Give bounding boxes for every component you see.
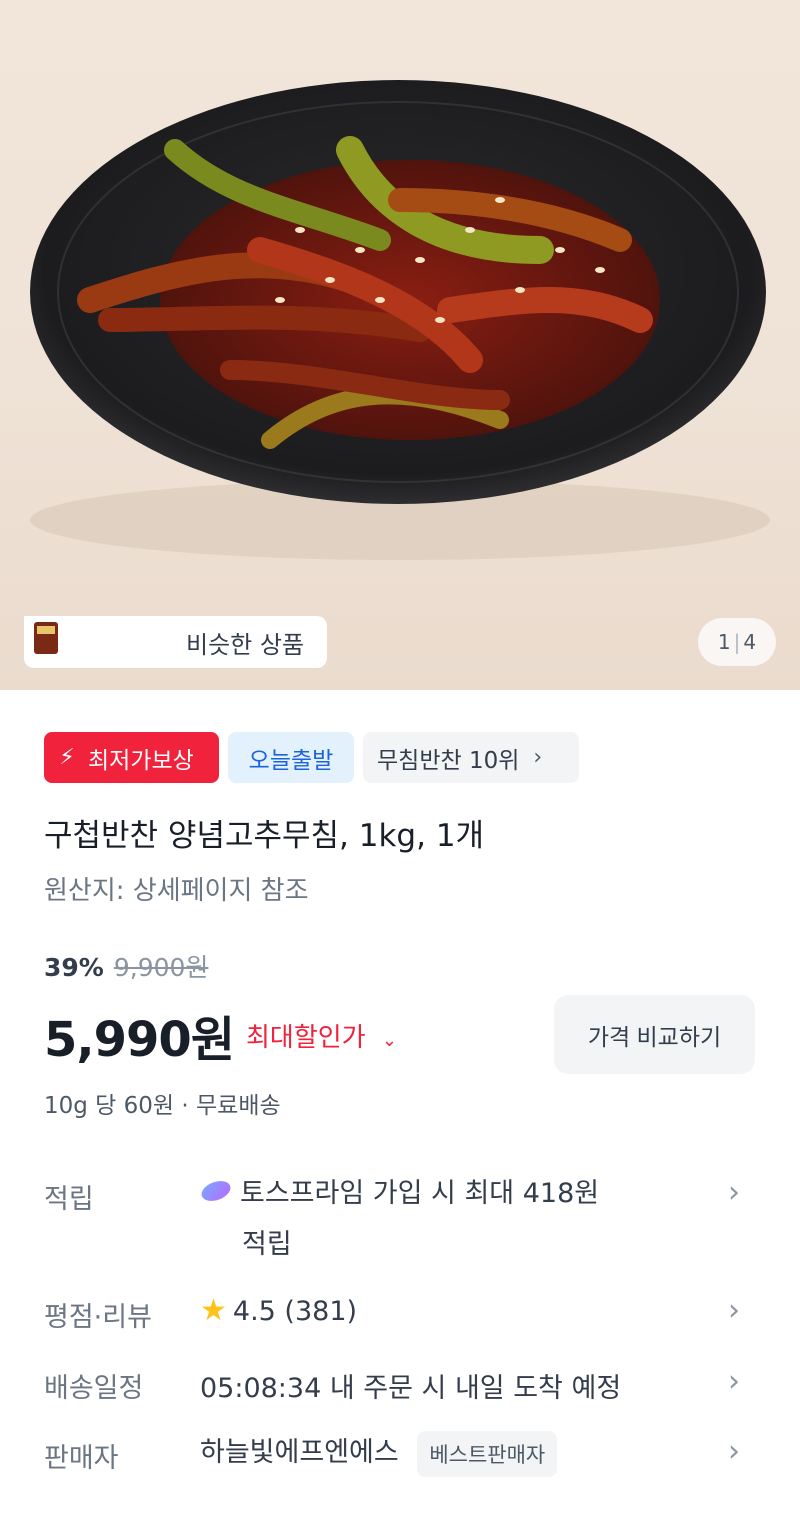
best-seller-badge: 베스트판매자 (417, 1430, 558, 1477)
similar-product-thumbnail (24, 616, 120, 664)
chevron-right-icon[interactable]: › (728, 1175, 740, 1210)
discount-rate: 39% (44, 953, 104, 982)
seller-row[interactable]: 하늘빛에프엔에스 베스트판매자 (200, 1430, 558, 1477)
points-label: 적립 (44, 1184, 94, 1215)
ship-today-badge[interactable]: 오늘출발 (228, 732, 354, 783)
product-title: 구첩반찬 양념고추무침, 1kg, 1개 (44, 818, 485, 854)
chevron-down-icon: ⌄ (381, 1029, 397, 1051)
product-photo (30, 80, 770, 560)
points-value-line2: 적립 (242, 1228, 292, 1260)
chevron-right-icon[interactable]: › (728, 1434, 740, 1469)
delivery-label: 배송일정 (44, 1373, 144, 1404)
category-rank-label: 무침반찬 10위 (377, 747, 520, 774)
rating-value: 4.5 (381) (232, 1296, 358, 1327)
chevron-right-icon[interactable]: › (728, 1293, 740, 1328)
original-price: 9,900원 (113, 953, 209, 982)
price-row: 5,990원 최대할인가 ⌄ (44, 1000, 397, 1070)
lowest-price-label: 최저가보상 (88, 747, 194, 774)
product-origin: 원산지: 상세페이지 참조 (44, 876, 309, 906)
delivery-value[interactable]: 05:08:34 내 주문 시 내일 도착 예정 (200, 1366, 621, 1405)
toss-prime-icon (200, 1170, 232, 1220)
similar-products-label: 비슷한 상품 (186, 630, 305, 659)
similar-product-thumbnail (24, 616, 168, 664)
seller-label: 판매자 (44, 1443, 119, 1474)
compare-price-button[interactable]: 가격 비교하기 (554, 995, 755, 1074)
max-discount-dropdown[interactable]: 최대할인가 ⌄ (246, 1017, 397, 1054)
star-icon: ★ (200, 1293, 227, 1328)
ship-today-label: 오늘출발 (248, 747, 334, 774)
lowest-price-badge[interactable]: ⚡ 최저가보상 (44, 732, 219, 783)
category-rank-badge[interactable]: 무침반찬 10위 › (363, 732, 579, 783)
image-counter: 1 | 4 (698, 618, 776, 666)
rating-label: 평점·리뷰 (44, 1302, 152, 1333)
total-image-count: 4 (743, 630, 757, 654)
discount-row: 39% 9,900원 (44, 948, 208, 984)
counter-divider: | (733, 630, 741, 654)
points-value-line1: 토스프라임 가입 시 최대 418원 (240, 1178, 600, 1209)
product-badges: ⚡ 최저가보상 오늘출발 무침반찬 10위 › (44, 732, 579, 783)
current-image-index: 1 (717, 630, 731, 654)
unit-price-shipping: 10g 당 60원 · 무료배송 (44, 1093, 281, 1119)
chevron-right-icon: › (533, 745, 543, 770)
lightning-icon: ⚡ (59, 745, 75, 770)
similar-products-button[interactable]: 비슷한 상품 (24, 616, 327, 668)
max-discount-label: 최대할인가 (246, 1022, 366, 1053)
product-image-gallery[interactable]: 비슷한 상품 1 | 4 (0, 0, 800, 690)
sale-price: 5,990원 (44, 1012, 235, 1068)
rating-value-row[interactable]: ★ 4.5 (381) (200, 1293, 357, 1328)
seller-name: 하늘빛에프엔에스 (200, 1437, 399, 1468)
points-value[interactable]: 토스프라임 가입 시 최대 418원 적립 (200, 1169, 599, 1270)
chevron-right-icon[interactable]: › (728, 1364, 740, 1399)
